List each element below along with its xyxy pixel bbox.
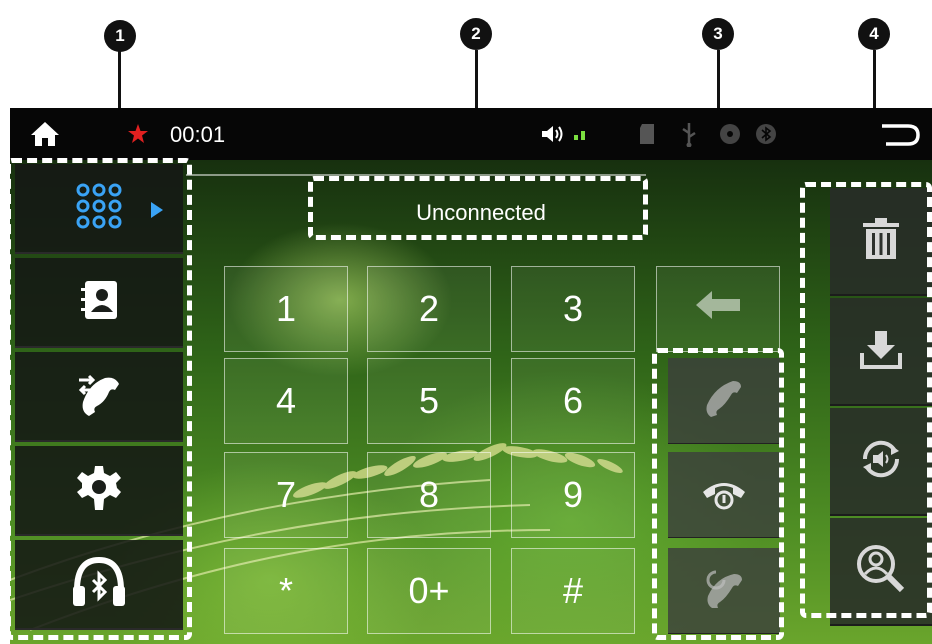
key-5[interactable]: 5	[367, 358, 491, 444]
highlight-box-call-buttons	[652, 348, 784, 640]
key-hash[interactable]: #	[511, 548, 635, 634]
sd-card-icon	[636, 122, 658, 146]
record-icon	[126, 122, 150, 146]
home-icon[interactable]	[28, 120, 62, 148]
key-1[interactable]: 1	[224, 266, 348, 352]
signal-icon	[572, 126, 592, 142]
callout-3: 3	[702, 18, 734, 50]
callout-2: 2	[460, 18, 492, 50]
key-star[interactable]: *	[224, 548, 348, 634]
key-6[interactable]: 6	[511, 358, 635, 444]
backspace-button[interactable]	[656, 266, 780, 352]
key-8[interactable]: 8	[367, 452, 491, 538]
backspace-icon	[694, 288, 742, 330]
usb-icon	[678, 120, 700, 148]
callout-1: 1	[104, 20, 136, 52]
volume-icon	[540, 124, 566, 144]
highlight-box-right-panel	[800, 182, 932, 618]
key-7[interactable]: 7	[224, 452, 348, 538]
call-timer: 00:01	[170, 122, 226, 147]
key-2[interactable]: 2	[367, 266, 491, 352]
key-9[interactable]: 9	[511, 452, 635, 538]
callout-4: 4	[858, 18, 890, 50]
key-0-plus[interactable]: 0+	[367, 548, 491, 634]
highlight-box-left-nav	[6, 158, 192, 640]
bluetooth-icon	[754, 122, 778, 146]
key-4[interactable]: 4	[224, 358, 348, 444]
back-icon[interactable]	[878, 120, 922, 150]
status-bar: 00:01	[10, 108, 932, 160]
key-3[interactable]: 3	[511, 266, 635, 352]
disc-icon	[718, 122, 742, 146]
highlight-box-status	[308, 176, 648, 240]
